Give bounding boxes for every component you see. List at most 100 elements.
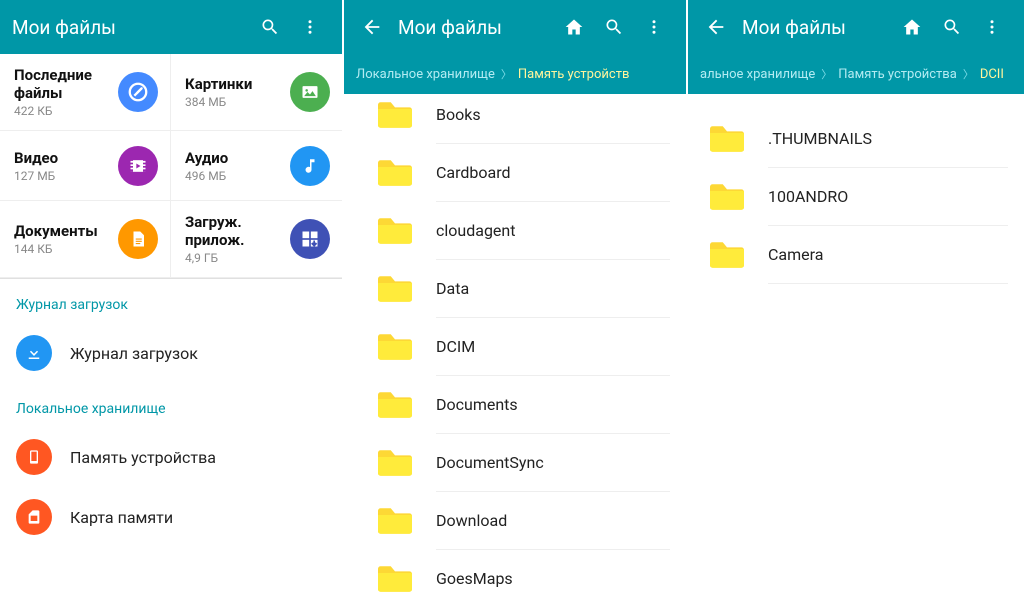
- overflow-menu-icon[interactable]: [634, 7, 674, 47]
- folder-icon: [374, 562, 436, 596]
- section-storage-title: Локальное хранилище: [0, 383, 342, 427]
- category-cell[interactable]: Картинки 384 МБ: [171, 54, 342, 131]
- folder-icon: [374, 98, 436, 132]
- category-name: Картинки: [185, 75, 252, 93]
- category-cell[interactable]: Видео 127 МБ: [0, 131, 171, 201]
- folder-row[interactable]: .THUMBNAILS: [688, 110, 1024, 168]
- breadcrumb-current: Память устройств: [518, 67, 630, 82]
- category-cell[interactable]: Документы 144 КБ: [0, 201, 171, 278]
- category-icon: [118, 146, 158, 186]
- category-icon: [290, 146, 330, 186]
- panel-home: Мои файлы Последние файлы 422 КБ Картинки 3…: [0, 0, 342, 605]
- folder-icon: [374, 388, 436, 422]
- category-size: 422 КБ: [14, 104, 118, 118]
- folder-row[interactable]: DCIM: [344, 318, 686, 376]
- folder-label: Download: [436, 492, 670, 550]
- appbar: Мои файлы: [688, 0, 1024, 54]
- category-size: 496 МБ: [185, 169, 228, 183]
- folder-list: .THUMBNAILS100ANDROCamera: [688, 110, 1024, 605]
- folder-label: GoesMaps: [436, 550, 670, 605]
- search-icon[interactable]: [250, 7, 290, 47]
- folder-label: .THUMBNAILS: [768, 110, 1008, 168]
- folder-icon: [374, 214, 436, 248]
- category-cell[interactable]: Загруж. прилож.4,9 ГБ: [171, 201, 342, 278]
- app-title: Мои файлы: [398, 16, 554, 39]
- folder-icon: [374, 446, 436, 480]
- folder-row[interactable]: Data: [344, 260, 686, 318]
- app-title: Мои файлы: [742, 16, 892, 39]
- folder-row[interactable]: Cardboard: [344, 144, 686, 202]
- sd-card-label: Карта памяти: [70, 508, 173, 527]
- download-history-label: Журнал загрузок: [70, 344, 198, 363]
- overflow-menu-icon[interactable]: [972, 7, 1012, 47]
- breadcrumb-segment[interactable]: Память устройства: [838, 67, 957, 82]
- folder-icon: [706, 122, 768, 156]
- back-icon[interactable]: [352, 7, 392, 47]
- section-downloads-title: Журнал загрузок: [0, 279, 342, 323]
- category-name: Документы: [14, 222, 98, 240]
- folder-label: Documents: [436, 376, 670, 434]
- back-icon[interactable]: [696, 7, 736, 47]
- folder-row[interactable]: Documents: [344, 376, 686, 434]
- home-icon[interactable]: [554, 7, 594, 47]
- folder-row[interactable]: Download: [344, 492, 686, 550]
- chevron-right-icon: 〉: [501, 66, 512, 82]
- sd-card-item[interactable]: Карта памяти: [0, 487, 342, 547]
- search-icon[interactable]: [594, 7, 634, 47]
- folder-icon: [374, 156, 436, 190]
- overflow-menu-icon[interactable]: [290, 7, 330, 47]
- chevron-right-icon: 〉: [963, 66, 974, 82]
- category-size: 127 МБ: [14, 169, 58, 183]
- sd-card-icon: [16, 499, 52, 535]
- folder-list: BooksCardboardcloudagentDataDCIMDocument…: [344, 86, 686, 605]
- folder-label: cloudagent: [436, 202, 670, 260]
- folder-label: Books: [436, 86, 670, 144]
- breadcrumb-segment[interactable]: альное хранилище: [700, 67, 815, 82]
- home-icon[interactable]: [892, 7, 932, 47]
- folder-icon: [374, 504, 436, 538]
- folder-label: Cardboard: [436, 144, 670, 202]
- category-icon: [290, 219, 330, 259]
- device-storage-item[interactable]: Память устройства: [0, 427, 342, 487]
- appbar: Мои файлы: [0, 0, 342, 54]
- category-size: 144 КБ: [14, 242, 98, 256]
- folder-label: Data: [436, 260, 670, 318]
- category-cell[interactable]: Аудио 496 МБ: [171, 131, 342, 201]
- category-cell[interactable]: Последние файлы 422 КБ: [0, 54, 171, 131]
- folder-row[interactable]: 100ANDRO: [688, 168, 1024, 226]
- breadcrumb[interactable]: альное хранилище 〉 Память устройства 〉 D…: [688, 54, 1024, 94]
- folder-row[interactable]: GoesMaps: [344, 550, 686, 605]
- folder-row[interactable]: Camera: [688, 226, 1024, 284]
- folder-label: DocumentSync: [436, 434, 670, 492]
- panel-device-storage: Мои файлы Локальное хранилище 〉 Память у…: [344, 0, 686, 605]
- category-size: 384 МБ: [185, 95, 252, 109]
- category-name: Видео: [14, 149, 58, 167]
- category-name: Последние файлы: [14, 66, 118, 102]
- folder-label: DCIM: [436, 318, 670, 376]
- category-icon: [290, 72, 330, 112]
- panel-dcim: Мои файлы альное хранилище 〉 Память устр…: [688, 0, 1024, 605]
- folder-icon: [374, 330, 436, 364]
- category-grid: Последние файлы 422 КБ Картинки 384 МБ Видео…: [0, 54, 342, 279]
- chevron-right-icon: 〉: [821, 66, 832, 82]
- category-name: Загруж. прилож.: [185, 213, 290, 249]
- phone-icon: [16, 439, 52, 475]
- category-icon: [118, 219, 158, 259]
- folder-label: Camera: [768, 226, 1008, 284]
- category-icon: [118, 72, 158, 112]
- device-storage-label: Память устройства: [70, 448, 216, 467]
- download-icon: [16, 335, 52, 371]
- folder-row[interactable]: Books: [344, 86, 686, 144]
- breadcrumb-current: DCII: [980, 67, 1004, 82]
- folder-icon: [706, 238, 768, 272]
- folder-label: 100ANDRO: [768, 168, 1008, 226]
- download-history-item[interactable]: Журнал загрузок: [0, 323, 342, 383]
- category-name: Аудио: [185, 149, 228, 167]
- folder-row[interactable]: cloudagent: [344, 202, 686, 260]
- search-icon[interactable]: [932, 7, 972, 47]
- folder-icon: [706, 180, 768, 214]
- folder-icon: [374, 272, 436, 306]
- breadcrumb-parent[interactable]: Локальное хранилище: [356, 67, 495, 82]
- folder-row[interactable]: DocumentSync: [344, 434, 686, 492]
- app-title: Мои файлы: [12, 16, 250, 39]
